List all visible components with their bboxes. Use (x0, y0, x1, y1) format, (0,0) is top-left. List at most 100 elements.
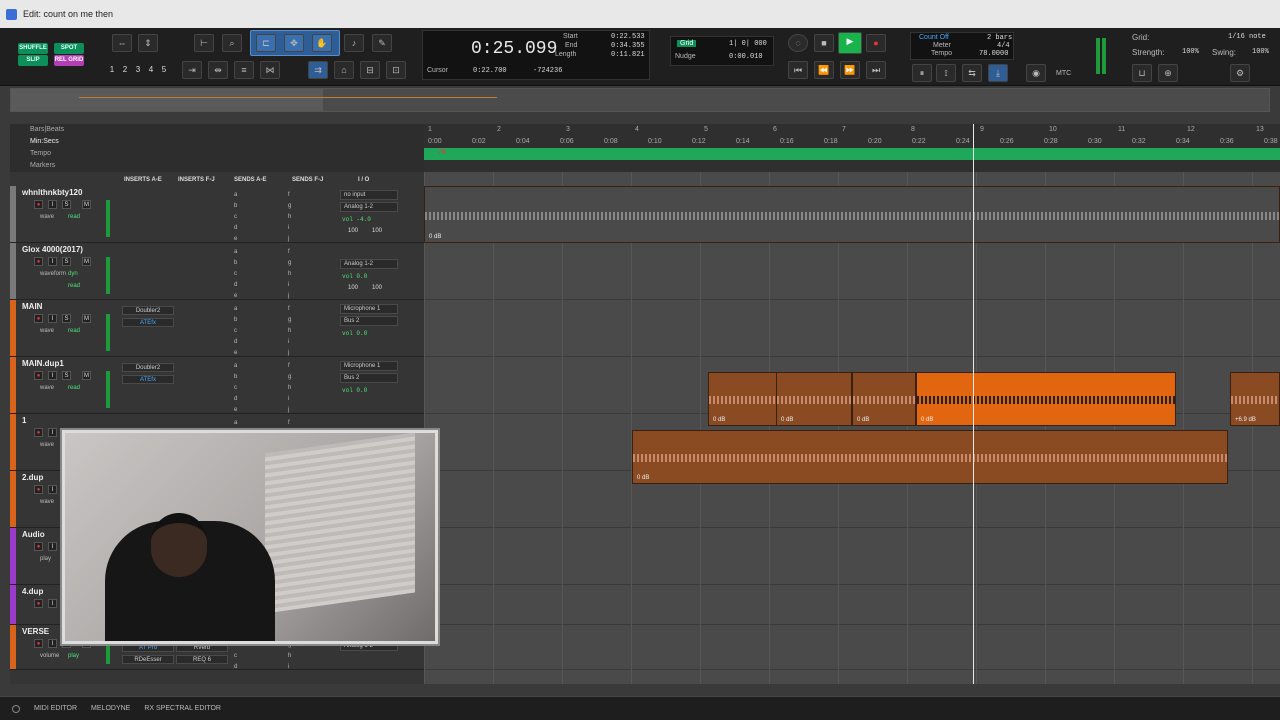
sync-icon[interactable]: ◉ (1026, 64, 1046, 82)
insert-slot-2[interactable]: ATEfx (122, 375, 174, 384)
track-input-button[interactable]: I (48, 200, 57, 209)
track-automation-mode[interactable]: play (68, 653, 79, 659)
volume-value[interactable]: 0.0 (356, 273, 367, 280)
track-name[interactable]: 4.dup (22, 587, 43, 596)
link-timeline-icon[interactable]: ⌂ (334, 61, 354, 79)
send-slot[interactable]: b (234, 260, 237, 266)
tab-midi-editor[interactable]: MIDI EDITOR (34, 705, 77, 712)
pan-right[interactable]: 100 (372, 285, 382, 291)
online-icon[interactable]: ⟟ (936, 64, 956, 82)
track-input-button[interactable]: I (48, 257, 57, 266)
track-view-mode[interactable]: wave (40, 328, 54, 334)
quantize-icon[interactable]: ⊔ (1132, 64, 1152, 82)
track-header[interactable]: whnlthnkbty120 ● I S Mwave read a f b g c h d i e j no i… (10, 186, 424, 243)
tab-to-transient-icon[interactable]: ⇉ (308, 61, 328, 79)
send-slot[interactable]: e (234, 350, 237, 356)
track-name[interactable]: MAIN.dup1 (22, 359, 64, 368)
inserts-fj-header[interactable]: INSERTS F-J (178, 177, 215, 183)
track-name[interactable]: Glox 4000(2017) (22, 245, 83, 254)
track-output[interactable]: Analog 1-2 (340, 202, 398, 212)
track-rec-button[interactable]: ● (34, 428, 43, 437)
zoom-preset-5[interactable]: 5 (158, 64, 170, 76)
track-name[interactable]: 1 (22, 416, 26, 425)
swing-value[interactable]: 100% (1252, 48, 1269, 56)
track-automation-mode[interactable]: read (68, 214, 80, 220)
track-solo-button[interactable]: S (62, 257, 71, 266)
strength-value[interactable]: 100% (1182, 48, 1199, 56)
send-slot[interactable]: g (288, 260, 291, 266)
main-counter[interactable]: 0:25.099 (471, 39, 557, 59)
zoom-preset-1[interactable]: 1 (106, 64, 118, 76)
send-slot[interactable]: f (288, 363, 290, 369)
io-header[interactable]: I / O (358, 177, 369, 183)
track-name[interactable]: MAIN (22, 302, 42, 311)
grid-mode-button[interactable]: REL GRID (54, 55, 84, 66)
track-rec-button[interactable]: ● (34, 200, 43, 209)
timeline-rulers[interactable]: 1 2 3 4 5 6 7 8 9 10 11 12 13 0:00 0:02 0:04 0:06 0:08 0:… (424, 124, 1280, 172)
audio-clip[interactable]: 0 dB (424, 186, 1280, 243)
track-rec-button[interactable]: ● (34, 542, 43, 551)
send-slot[interactable]: g (288, 317, 291, 323)
track-header[interactable]: Glox 4000(2017) ● I S Mwaveform dyn read a f b g c h… (10, 243, 424, 300)
send-slot[interactable]: h (288, 385, 291, 391)
panel-toggle-icon[interactable] (12, 704, 20, 713)
selector-tool-icon[interactable]: ✥ (284, 34, 304, 52)
insert-slot-6[interactable]: REQ 6 (176, 655, 228, 664)
track-name[interactable]: whnlthnkbty120 (22, 188, 82, 197)
volume-value[interactable]: 0.0 (356, 387, 367, 394)
send-slot[interactable]: f (288, 192, 290, 198)
track-rec-button[interactable]: ● (34, 599, 43, 608)
send-slot[interactable]: i (288, 225, 289, 231)
inserts-ae-header[interactable]: INSERTS A-E (124, 177, 162, 183)
insert-slot-3[interactable]: RDeEsser (122, 655, 174, 664)
track-rec-button[interactable]: ● (34, 639, 43, 648)
midi-merge-icon[interactable]: ⤓ (988, 64, 1008, 82)
track-lane[interactable] (424, 585, 1280, 625)
zoom-preset-2[interactable]: 2 (119, 64, 131, 76)
zoom-horizontal-icon[interactable]: ⇔ (112, 34, 132, 52)
sends-fj-header[interactable]: SENDS F-J (292, 177, 323, 183)
send-slot[interactable]: a (234, 306, 237, 312)
track-solo-button[interactable]: S (62, 200, 71, 209)
track-input[interactable]: Microphone 1 (340, 304, 398, 314)
send-slot[interactable]: d (234, 282, 237, 288)
track-header[interactable]: MAIN ● I S Mwave read Doubler2 ATEfx a f b g c h d i e j M… (10, 300, 424, 357)
insert-slot-1[interactable]: Doubler2 (122, 306, 174, 315)
clip-gain[interactable]: 0 dB (921, 417, 933, 423)
audio-clip[interactable]: 0 dB (632, 430, 1228, 484)
track-input-button[interactable]: I (48, 371, 57, 380)
send-slot[interactable]: i (288, 664, 289, 670)
send-slot[interactable]: e (234, 407, 237, 413)
grid-label[interactable]: Grid (677, 40, 697, 47)
grid-value[interactable]: 1| 0| 000 (729, 40, 767, 48)
clip-gain[interactable]: 0 dB (637, 475, 649, 481)
markers-ruler-label[interactable]: Markers (30, 162, 55, 169)
record-button[interactable]: ● (866, 34, 886, 52)
volume-value[interactable]: 0.0 (356, 330, 367, 337)
send-slot[interactable]: g (288, 203, 291, 209)
track-solo-button[interactable]: S (62, 371, 71, 380)
mirror-midi-icon[interactable]: ⊡ (386, 61, 406, 79)
send-slot[interactable]: c (234, 271, 237, 277)
audio-clip-selected[interactable]: 0 dB (916, 372, 1176, 426)
track-input[interactable]: Microphone 1 (340, 361, 398, 371)
return-to-zero-button[interactable]: ⏮ (788, 61, 808, 79)
tempo-ruler-bar[interactable]: 78 (424, 148, 1280, 160)
count-off-bars[interactable]: 2 bars (987, 34, 1012, 42)
track-lane[interactable] (424, 300, 1280, 357)
pan-left[interactable]: 100 (348, 228, 358, 234)
track-mute-button[interactable]: M (82, 371, 91, 380)
track-automation-mode[interactable]: dyn (68, 271, 78, 277)
zoom-preset-4[interactable]: 4 (145, 64, 157, 76)
track-view-mode[interactable]: waveform (40, 271, 66, 277)
send-slot[interactable]: j (288, 293, 289, 299)
zoomer-tool-icon[interactable]: ⌕ (222, 34, 242, 52)
rewind-button[interactable]: ⏪ (814, 61, 834, 79)
send-slot[interactable]: h (288, 271, 291, 277)
track-rec-button[interactable]: ● (34, 371, 43, 380)
send-slot[interactable]: j (288, 350, 289, 356)
track-view-mode[interactable]: volume (40, 653, 59, 659)
shuffle-mode-button[interactable]: SHUFFLE (18, 43, 48, 54)
trim-tool-icon[interactable]: ⊏ (256, 34, 276, 52)
clip-gain[interactable]: 0 dB (713, 417, 725, 423)
